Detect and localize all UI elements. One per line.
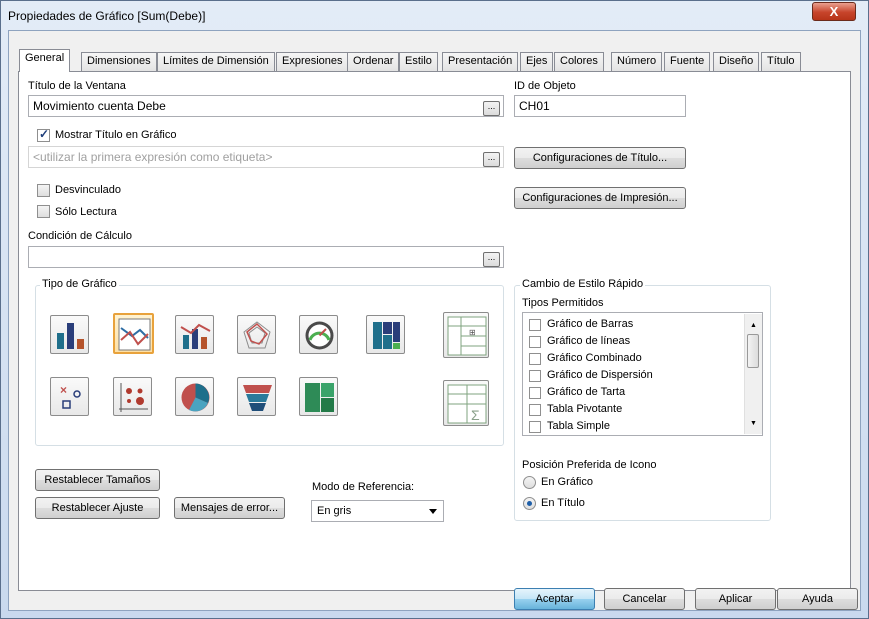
list-scrollbar[interactable]: ▲ ▼ <box>744 314 762 434</box>
gauge-chart-icon[interactable] <box>299 315 338 354</box>
tab-estilo[interactable]: Estilo <box>399 52 438 71</box>
cancel-button[interactable]: Cancelar <box>604 588 685 610</box>
tab-dimensiones[interactable]: Dimensiones <box>81 52 157 71</box>
tab-limites-dimension[interactable]: Límites de Dimensión <box>157 52 275 71</box>
calc-condition-ellipsis-button[interactable]: ... <box>483 252 500 267</box>
detached-checkbox[interactable] <box>37 184 50 197</box>
grid-chart-icon[interactable] <box>113 377 152 416</box>
radio-en-grafico[interactable] <box>523 476 536 489</box>
reference-mode-label: Modo de Referencia: <box>312 481 415 493</box>
list-item-checkbox[interactable] <box>529 319 541 331</box>
radar-chart-icon[interactable] <box>237 315 276 354</box>
allowed-types-label: Tipos Permitidos <box>522 297 604 309</box>
svg-text:Σ: Σ <box>471 407 480 423</box>
scroll-up-icon[interactable]: ▲ <box>750 322 757 329</box>
chart-type-group <box>35 285 504 446</box>
tab-fuente[interactable]: Fuente <box>664 52 711 71</box>
show-title-checkbox[interactable] <box>37 127 50 142</box>
tab-numero[interactable]: Número <box>611 52 663 71</box>
window-title: Propiedades de Gráfico [Sum(Debe)] <box>8 9 206 23</box>
show-title-label: Mostrar Título en Gráfico <box>55 129 177 141</box>
mekko-chart-icon[interactable] <box>366 315 405 354</box>
readonly-label: Sólo Lectura <box>55 206 117 218</box>
scrollbar-thumb[interactable] <box>747 334 759 368</box>
ok-button[interactable]: Aceptar <box>514 588 595 610</box>
reference-mode-select[interactable]: En gris <box>311 500 444 522</box>
calc-condition-label: Condición de Cálculo <box>28 230 132 242</box>
svg-text:⊞: ⊞ <box>469 328 476 337</box>
object-id-label: ID de Objeto <box>514 80 576 92</box>
chart-title-input[interactable]: <utilizar la primera expresión como etiq… <box>28 146 504 168</box>
close-button[interactable]: X <box>812 2 856 21</box>
list-item-checkbox[interactable] <box>529 387 541 399</box>
readonly-checkbox[interactable] <box>37 205 50 218</box>
reset-sizes-button[interactable]: Restablecer Tamaños <box>35 469 160 491</box>
scroll-down-icon[interactable]: ▼ <box>750 420 757 427</box>
radio-en-titulo[interactable] <box>523 497 536 510</box>
error-messages-button[interactable]: Mensajes de error... <box>174 497 285 519</box>
tab-diseno[interactable]: Diseño <box>713 52 760 71</box>
svg-text:×: × <box>60 383 67 397</box>
title-bar[interactable]: Propiedades de Gráfico [Sum(Debe)] X <box>0 0 869 30</box>
apply-button[interactable]: Aplicar <box>695 588 776 610</box>
window-title-ellipsis-button[interactable]: ... <box>483 101 500 116</box>
tab-presentacion[interactable]: Presentación <box>442 52 519 71</box>
tab-ejes[interactable]: Ejes <box>520 52 554 71</box>
tab-ordenar[interactable]: Ordenar <box>347 52 400 71</box>
list-item-checkbox[interactable] <box>529 404 541 416</box>
list-item-checkbox[interactable] <box>529 421 541 433</box>
calc-condition-input[interactable] <box>28 246 504 268</box>
list-item-checkbox[interactable] <box>529 353 541 365</box>
funnel-chart-icon[interactable] <box>237 377 276 416</box>
line-chart-icon[interactable] <box>113 313 154 354</box>
help-button[interactable]: Ayuda <box>777 588 858 610</box>
bar-chart-icon[interactable] <box>50 315 89 354</box>
block-chart-icon[interactable] <box>299 377 338 416</box>
chart-title-ellipsis-button[interactable]: ... <box>483 152 500 167</box>
chevron-down-icon <box>429 509 437 514</box>
reset-fit-button[interactable]: Restablecer Ajuste <box>35 497 160 519</box>
pie-chart-icon[interactable] <box>175 377 214 416</box>
window-title-input[interactable]: Movimiento cuenta Debe <box>28 95 504 117</box>
window-title-label: Título de la Ventana <box>28 80 126 92</box>
chart-type-legend: Tipo de Gráfico <box>40 278 119 290</box>
radio-en-grafico-label: En Gráfico <box>541 476 593 488</box>
straight-table-icon[interactable]: Σ <box>443 380 489 426</box>
object-id-input[interactable]: CH01 <box>514 95 686 117</box>
tab-colores[interactable]: Colores <box>554 52 604 71</box>
print-settings-button[interactable]: Configuraciones de Impresión... <box>514 187 686 209</box>
tab-general[interactable]: General <box>19 49 71 72</box>
quick-style-legend: Cambio de Estilo Rápido <box>520 278 646 290</box>
pivot-table-icon[interactable]: ⊞ <box>443 312 489 358</box>
title-settings-button[interactable]: Configuraciones de Título... <box>514 147 686 169</box>
reference-mode-value: En gris <box>317 505 352 517</box>
list-item-checkbox[interactable] <box>529 370 541 382</box>
list-item-checkbox[interactable] <box>529 336 541 348</box>
allowed-types-list[interactable]: Gráfico de Barras Gráfico de líneas Gráf… <box>522 312 763 436</box>
radio-en-titulo-label: En Título <box>541 497 585 509</box>
detached-label: Desvinculado <box>55 184 122 196</box>
tab-titulo[interactable]: Título <box>761 52 801 71</box>
icon-position-label: Posición Preferida de Icono <box>522 459 657 471</box>
scatter-chart-icon[interactable]: × <box>50 377 89 416</box>
tab-expresiones[interactable]: Expresiones <box>276 52 349 71</box>
combo-chart-icon[interactable] <box>175 315 214 354</box>
